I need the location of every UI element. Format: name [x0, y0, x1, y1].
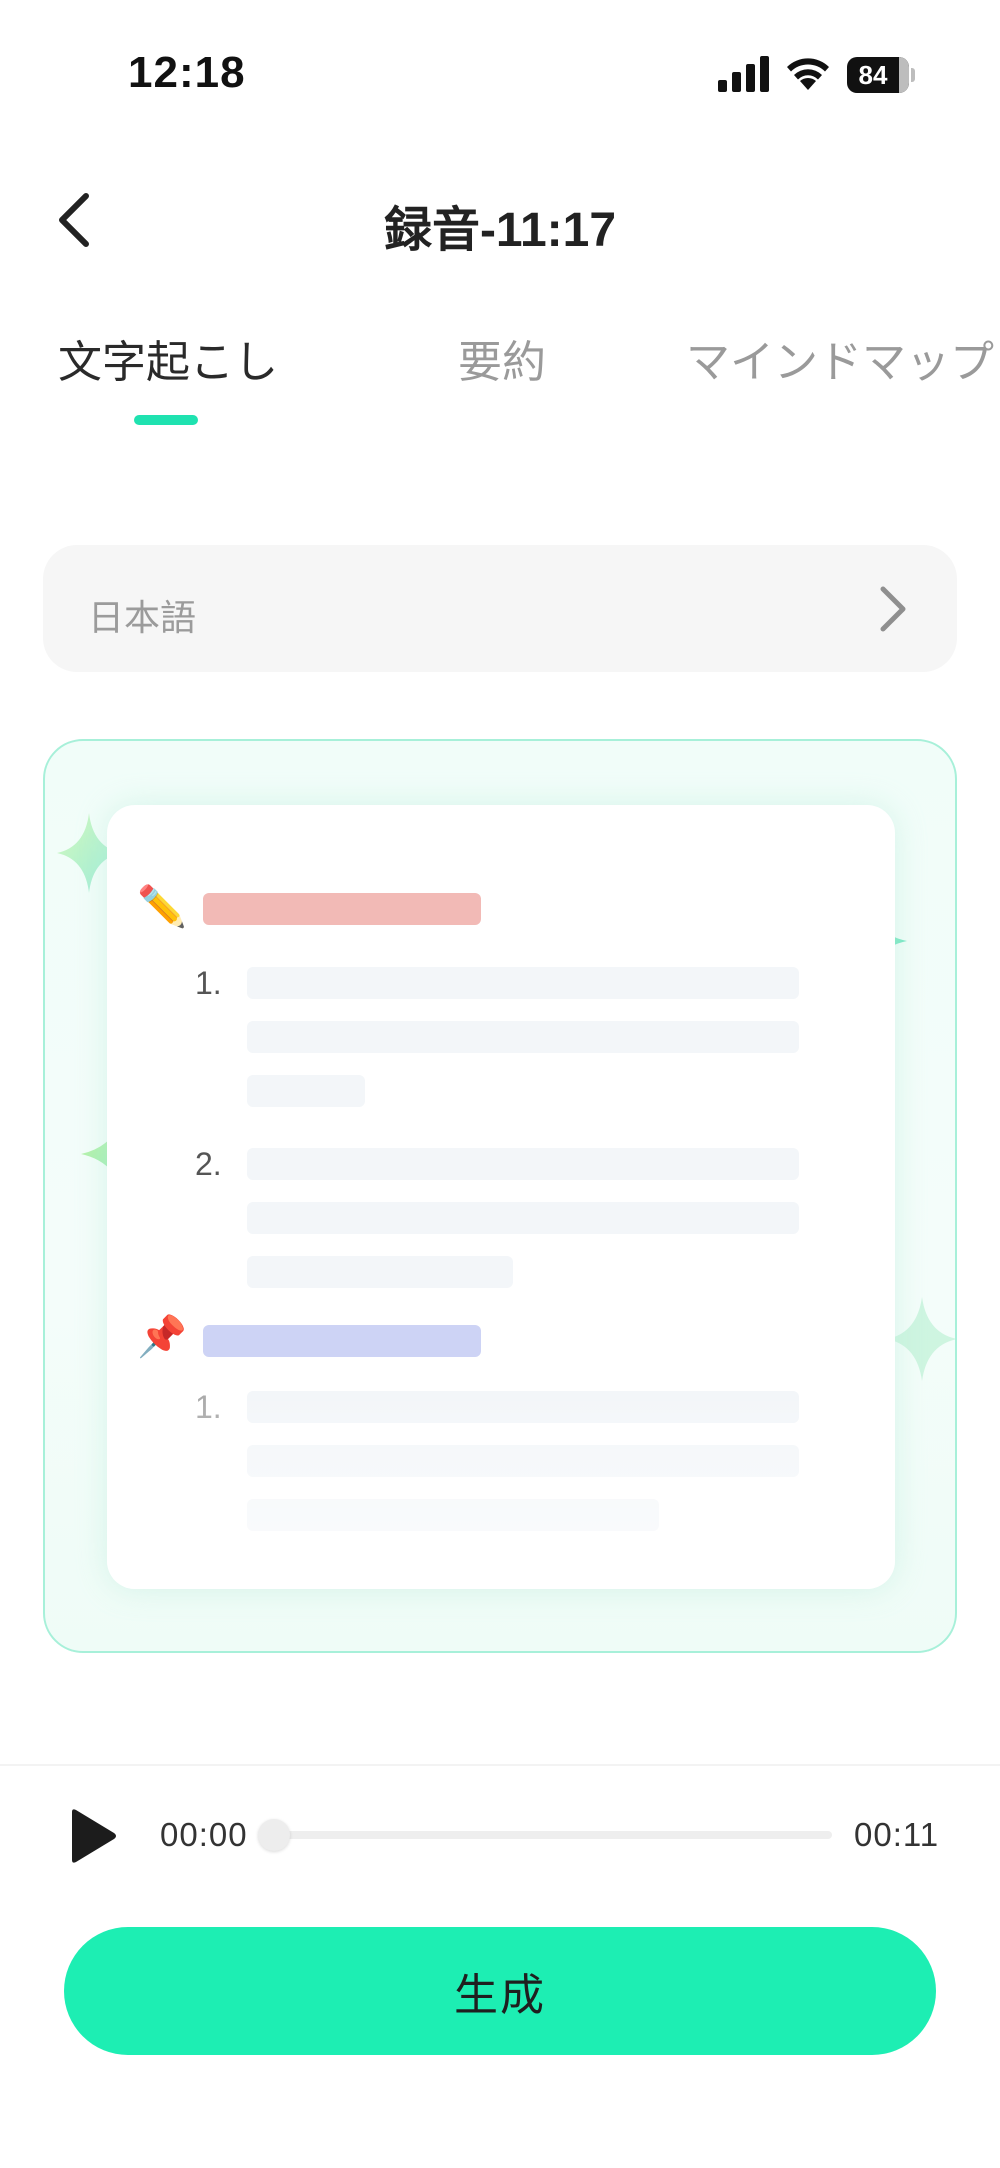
player-divider [0, 1764, 1000, 1766]
battery-body: 84 [847, 57, 909, 93]
progress-thumb[interactable] [258, 1819, 290, 1851]
total-time: 00:11 [854, 1816, 940, 1853]
pencil-icon: ✏️ [137, 885, 187, 929]
status-bar: 12:18 84 [0, 0, 1000, 150]
battery-empty-portion [899, 57, 909, 93]
page-title: 録音-11:17 [383, 204, 617, 257]
heading-placeholder [203, 1325, 481, 1357]
generate-button[interactable]: 生成 [64, 1927, 936, 2055]
text-placeholder-line [247, 1021, 799, 1053]
text-placeholder-line [247, 1148, 799, 1180]
pushpin-icon: 📌 [137, 1315, 187, 1359]
sparkle-icon [887, 1297, 955, 1381]
text-placeholder-line [247, 1202, 799, 1234]
tab-transcript[interactable]: 文字起こし [58, 326, 278, 390]
tab-summary[interactable]: 要約 [458, 326, 546, 390]
text-placeholder-line [247, 967, 799, 999]
active-tab-indicator [134, 415, 198, 425]
play-icon[interactable] [64, 1806, 120, 1866]
status-time: 12:18 [128, 48, 246, 97]
battery-cap [911, 68, 915, 82]
fade-overlay [107, 1389, 895, 1589]
text-placeholder-line [247, 1075, 365, 1107]
tab-mindmap[interactable]: マインドマップ [686, 326, 994, 390]
document-preview: ✏️ 1. 2. 📌 1. [107, 805, 895, 1589]
transcript-placeholder-illustration: ✏️ 1. 2. 📌 1. [43, 739, 957, 1653]
signal-icon [718, 56, 769, 92]
progress-track[interactable] [274, 1831, 832, 1839]
heading-placeholder [203, 893, 481, 925]
current-time: 00:00 [160, 1816, 248, 1853]
language-value: 日本語 [88, 597, 197, 638]
text-placeholder-line [247, 1256, 513, 1288]
list-number: 1. [195, 965, 222, 1001]
language-selector[interactable]: 日本語 [43, 545, 957, 672]
battery-level: 84 [858, 60, 888, 90]
chevron-right-icon [880, 586, 906, 632]
battery-icon: 84 [847, 57, 915, 93]
wifi-icon [787, 58, 829, 90]
list-number: 2. [195, 1146, 222, 1182]
